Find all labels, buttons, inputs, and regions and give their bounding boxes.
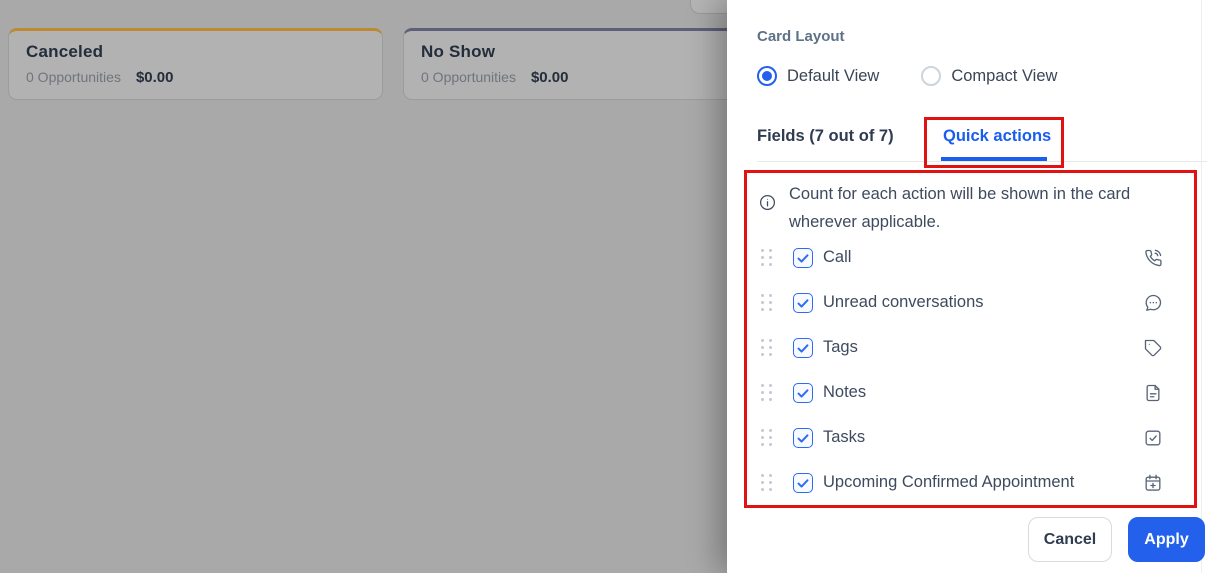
card-title: No Show	[421, 42, 723, 62]
quick-action-row: Unread conversations	[727, 280, 1207, 325]
checkbox-checked[interactable]	[793, 383, 813, 403]
quick-action-row: Notes	[727, 370, 1207, 415]
chat-bubble-icon	[1143, 293, 1163, 313]
quick-action-row: Tags	[727, 325, 1207, 370]
drag-handle-icon[interactable]	[761, 384, 772, 401]
cancel-button[interactable]: Cancel	[1028, 517, 1112, 562]
task-check-icon	[1143, 428, 1163, 448]
radio-selected-icon[interactable]	[757, 66, 777, 86]
pipeline-card-canceled: Canceled 0 Opportunities $0.00	[8, 28, 383, 100]
quick-action-row: Call	[727, 235, 1207, 280]
quick-action-label: Notes	[823, 383, 866, 402]
quick-action-label: Call	[823, 248, 851, 267]
calendar-plus-icon	[1143, 473, 1163, 493]
quick-action-label: Tasks	[823, 428, 865, 447]
checkbox-checked[interactable]	[793, 473, 813, 493]
radio-label: Compact View	[951, 67, 1057, 86]
drag-handle-icon[interactable]	[761, 339, 772, 356]
card-layout-settings-panel: Card Layout Default View Compact View Fi…	[727, 0, 1207, 573]
quick-action-label: Upcoming Confirmed Appointment	[823, 473, 1074, 492]
radio-compact-view[interactable]: Compact View	[921, 66, 1057, 86]
card-amount: $0.00	[136, 69, 174, 86]
drag-handle-icon[interactable]	[761, 429, 772, 446]
card-layout-heading: Card Layout	[757, 28, 845, 45]
tab-quick-actions[interactable]: Quick actions	[943, 127, 1051, 146]
tab-fields[interactable]: Fields (7 out of 7)	[757, 127, 894, 146]
radio-label: Default View	[787, 67, 879, 86]
drag-handle-icon[interactable]	[761, 294, 772, 311]
note-icon	[1143, 383, 1163, 403]
view-radio-group: Default View Compact View	[757, 66, 1057, 86]
pipeline-card-no-show: No Show 0 Opportunities $0.00	[403, 28, 740, 100]
apply-button[interactable]: Apply	[1128, 517, 1205, 562]
checkbox-checked[interactable]	[793, 338, 813, 358]
card-title: Canceled	[26, 42, 366, 62]
info-note: Count for each action will be shown in t…	[758, 180, 1171, 236]
quick-action-label: Tags	[823, 338, 858, 357]
radio-unselected-icon[interactable]	[921, 66, 941, 86]
drag-handle-icon[interactable]	[761, 474, 772, 491]
phone-icon	[1143, 248, 1163, 268]
card-opportunities-count: 0 Opportunities	[26, 69, 121, 85]
card-amount: $0.00	[531, 69, 569, 86]
quick-action-row: Tasks	[727, 415, 1207, 460]
quick-action-label: Unread conversations	[823, 293, 984, 312]
card-opportunities-count: 0 Opportunities	[421, 69, 516, 85]
radio-default-view[interactable]: Default View	[757, 66, 879, 86]
tabs-divider	[757, 161, 1207, 162]
checkbox-checked[interactable]	[793, 293, 813, 313]
info-icon	[758, 193, 777, 212]
checkbox-checked[interactable]	[793, 428, 813, 448]
quick-actions-list: Call Unread conversations Tags Notes Tasks Up…	[727, 235, 1207, 505]
info-text: Count for each action will be shown in t…	[789, 180, 1171, 236]
drag-handle-icon[interactable]	[761, 249, 772, 266]
checkbox-checked[interactable]	[793, 248, 813, 268]
quick-action-row: Upcoming Confirmed Appointment	[727, 460, 1207, 505]
tag-icon	[1143, 338, 1163, 358]
